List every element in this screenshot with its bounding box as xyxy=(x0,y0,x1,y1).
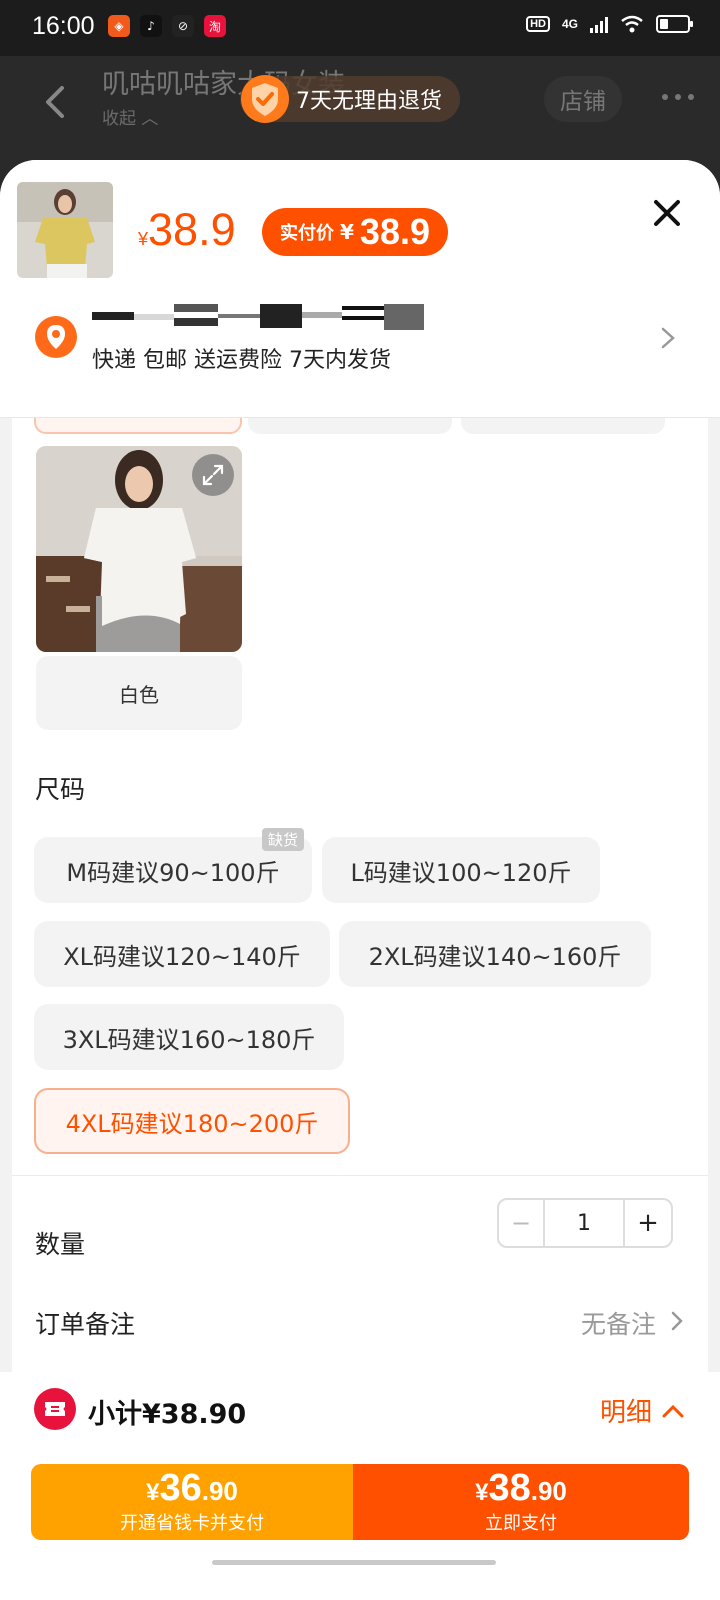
browser-app-icon: ⊘ xyxy=(172,15,194,37)
return-policy-text: 7天无理由退货 xyxy=(296,89,442,114)
checkout-bar: 小计¥38.90 明细 ¥36.90 开通省钱卡并支付 ¥38.90 立即支付 xyxy=(0,1372,720,1600)
status-indicators: HD 4G xyxy=(526,14,693,34)
white-variant-image[interactable] xyxy=(36,446,242,652)
sku-options-card: 白色 尺码 M码建议90~100斤 缺货 L码建议100~120斤 XL码建议1… xyxy=(12,380,708,1530)
shield-check-icon xyxy=(241,75,289,123)
unit-price: ¥38.9 xyxy=(138,204,236,255)
color-option-white[interactable]: 白色 xyxy=(36,656,242,730)
detail-label: 明细 xyxy=(599,1398,652,1428)
shop-header: 叽咕叽咕家大码女装 收起 ︿ 7天无理由退货 店铺 xyxy=(0,56,720,166)
quantity-value[interactable]: 1 xyxy=(545,1200,625,1246)
status-bar: 16:00 ◈ ♪ ⊘ 淘 HD 4G xyxy=(0,0,720,56)
home-indicator[interactable] xyxy=(212,1560,496,1565)
increase-button[interactable]: + xyxy=(625,1200,671,1246)
chevron-right-icon[interactable] xyxy=(670,1310,684,1332)
status-time: 16:00 xyxy=(32,12,95,40)
network-type: 4G xyxy=(561,17,578,31)
pay-now-button[interactable]: ¥38.90 立即支付 xyxy=(353,1464,689,1540)
savings-card-price: ¥36.90 xyxy=(146,1467,238,1509)
wifi-icon xyxy=(621,15,643,33)
pay-now-label: 立即支付 xyxy=(485,1513,557,1534)
signal-icon xyxy=(590,15,608,33)
status-app-icons: ◈ ♪ ⊘ 淘 xyxy=(108,15,226,37)
sku-sheet-header: ¥38.9 实付价 ¥ 38.9 快递 包邮 送运费险 7天内发货 xyxy=(0,160,720,418)
order-note-value[interactable]: 无备注 xyxy=(581,1305,656,1341)
product-thumbnail[interactable] xyxy=(17,182,113,278)
douyin-app-icon: ♪ xyxy=(140,15,162,37)
size-option-l[interactable]: L码建议100~120斤 xyxy=(322,837,600,903)
taobao-app-icon: 淘 xyxy=(204,15,226,37)
savings-card-pay-button[interactable]: ¥36.90 开通省钱卡并支付 xyxy=(31,1464,353,1540)
return-policy-badge: 7天无理由退货 xyxy=(240,75,460,123)
collapse-toggle[interactable]: 收起 ︿ xyxy=(102,104,158,129)
hd-badge: HD xyxy=(526,16,550,32)
savings-card-label: 开通省钱卡并支付 xyxy=(120,1513,264,1534)
battery-icon xyxy=(656,15,693,33)
chevron-up-icon xyxy=(662,1404,684,1417)
meituan-app-icon: ◈ xyxy=(108,15,130,37)
chevron-right-icon[interactable] xyxy=(660,326,676,350)
delivery-info: 快递 包邮 送运费险 7天内发货 xyxy=(92,348,391,373)
size-option-xl[interactable]: XL码建议120~140斤 xyxy=(34,921,330,987)
payment-buttons: ¥36.90 开通省钱卡并支付 ¥38.90 立即支付 xyxy=(31,1464,689,1540)
out-of-stock-badge: 缺货 xyxy=(262,828,305,851)
decrease-button[interactable]: − xyxy=(499,1200,545,1246)
order-note-label: 订单备注 xyxy=(35,1310,136,1339)
more-icon[interactable] xyxy=(662,94,694,100)
quantity-stepper: − 1 + xyxy=(497,1198,673,1248)
location-pin-icon xyxy=(35,316,77,358)
shop-button[interactable]: 店铺 xyxy=(544,76,622,122)
address-redacted[interactable] xyxy=(92,302,432,332)
divider xyxy=(12,1175,708,1176)
coupon-icon xyxy=(34,1388,76,1430)
subtotal: 小计¥38.90 xyxy=(88,1399,247,1430)
pay-now-price: ¥38.90 xyxy=(475,1467,567,1509)
size-heading: 尺码 xyxy=(35,775,86,804)
quantity-label: 数量 xyxy=(35,1230,86,1259)
size-option-4xl-selected[interactable]: 4XL码建议180~200斤 xyxy=(34,1088,350,1154)
expand-icon[interactable] xyxy=(192,454,234,496)
final-price-badge: 实付价 ¥ 38.9 xyxy=(262,208,448,256)
size-option-3xl[interactable]: 3XL码建议160~180斤 xyxy=(34,1004,344,1070)
back-arrow-icon[interactable] xyxy=(40,82,70,122)
close-icon[interactable] xyxy=(652,198,682,228)
size-option-2xl[interactable]: 2XL码建议140~160斤 xyxy=(339,921,651,987)
detail-button[interactable]: 明细 xyxy=(600,1392,684,1429)
